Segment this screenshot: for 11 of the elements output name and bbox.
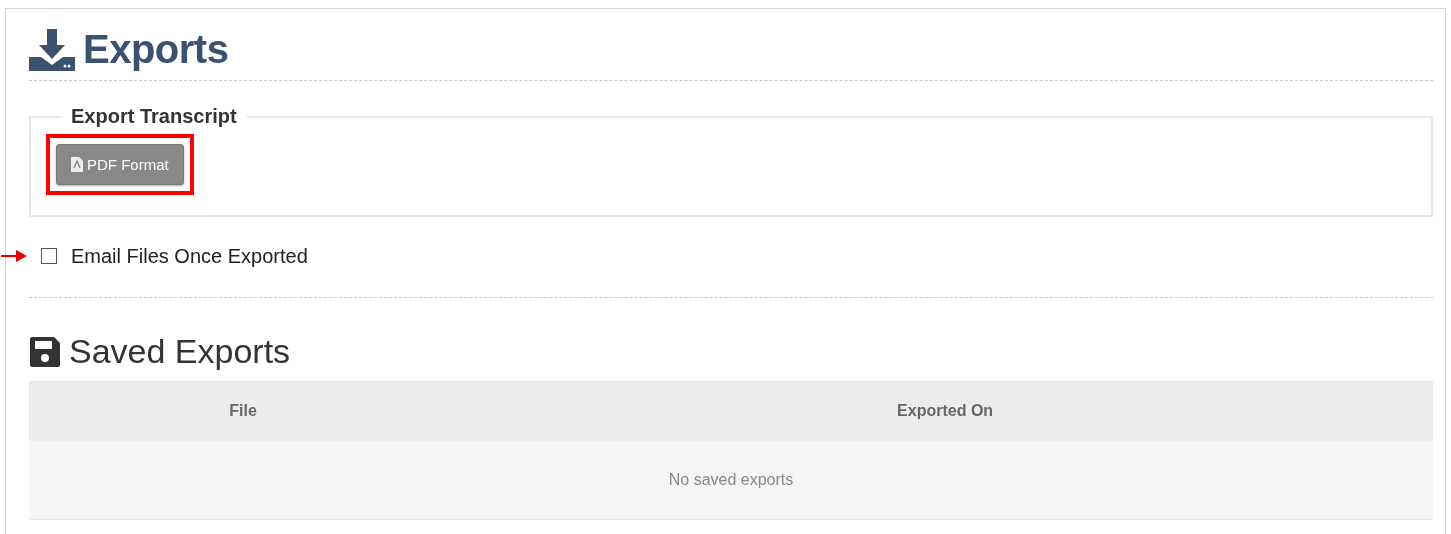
- pdf-file-icon: [71, 157, 83, 172]
- column-header: File: [29, 381, 458, 441]
- checkbox[interactable]: [41, 248, 57, 264]
- download-icon: [29, 28, 75, 71]
- pdf-format-button[interactable]: PDF Format: [56, 144, 184, 185]
- empty-message: No saved exports: [29, 441, 1433, 520]
- checkbox-label: Email Files Once Exported: [71, 244, 308, 268]
- panel-legend: Export Transcript: [61, 105, 247, 128]
- column-header: Exported On: [457, 381, 1433, 441]
- section-heading: Saved Exports: [69, 332, 291, 371]
- page-title: Exports: [83, 27, 229, 72]
